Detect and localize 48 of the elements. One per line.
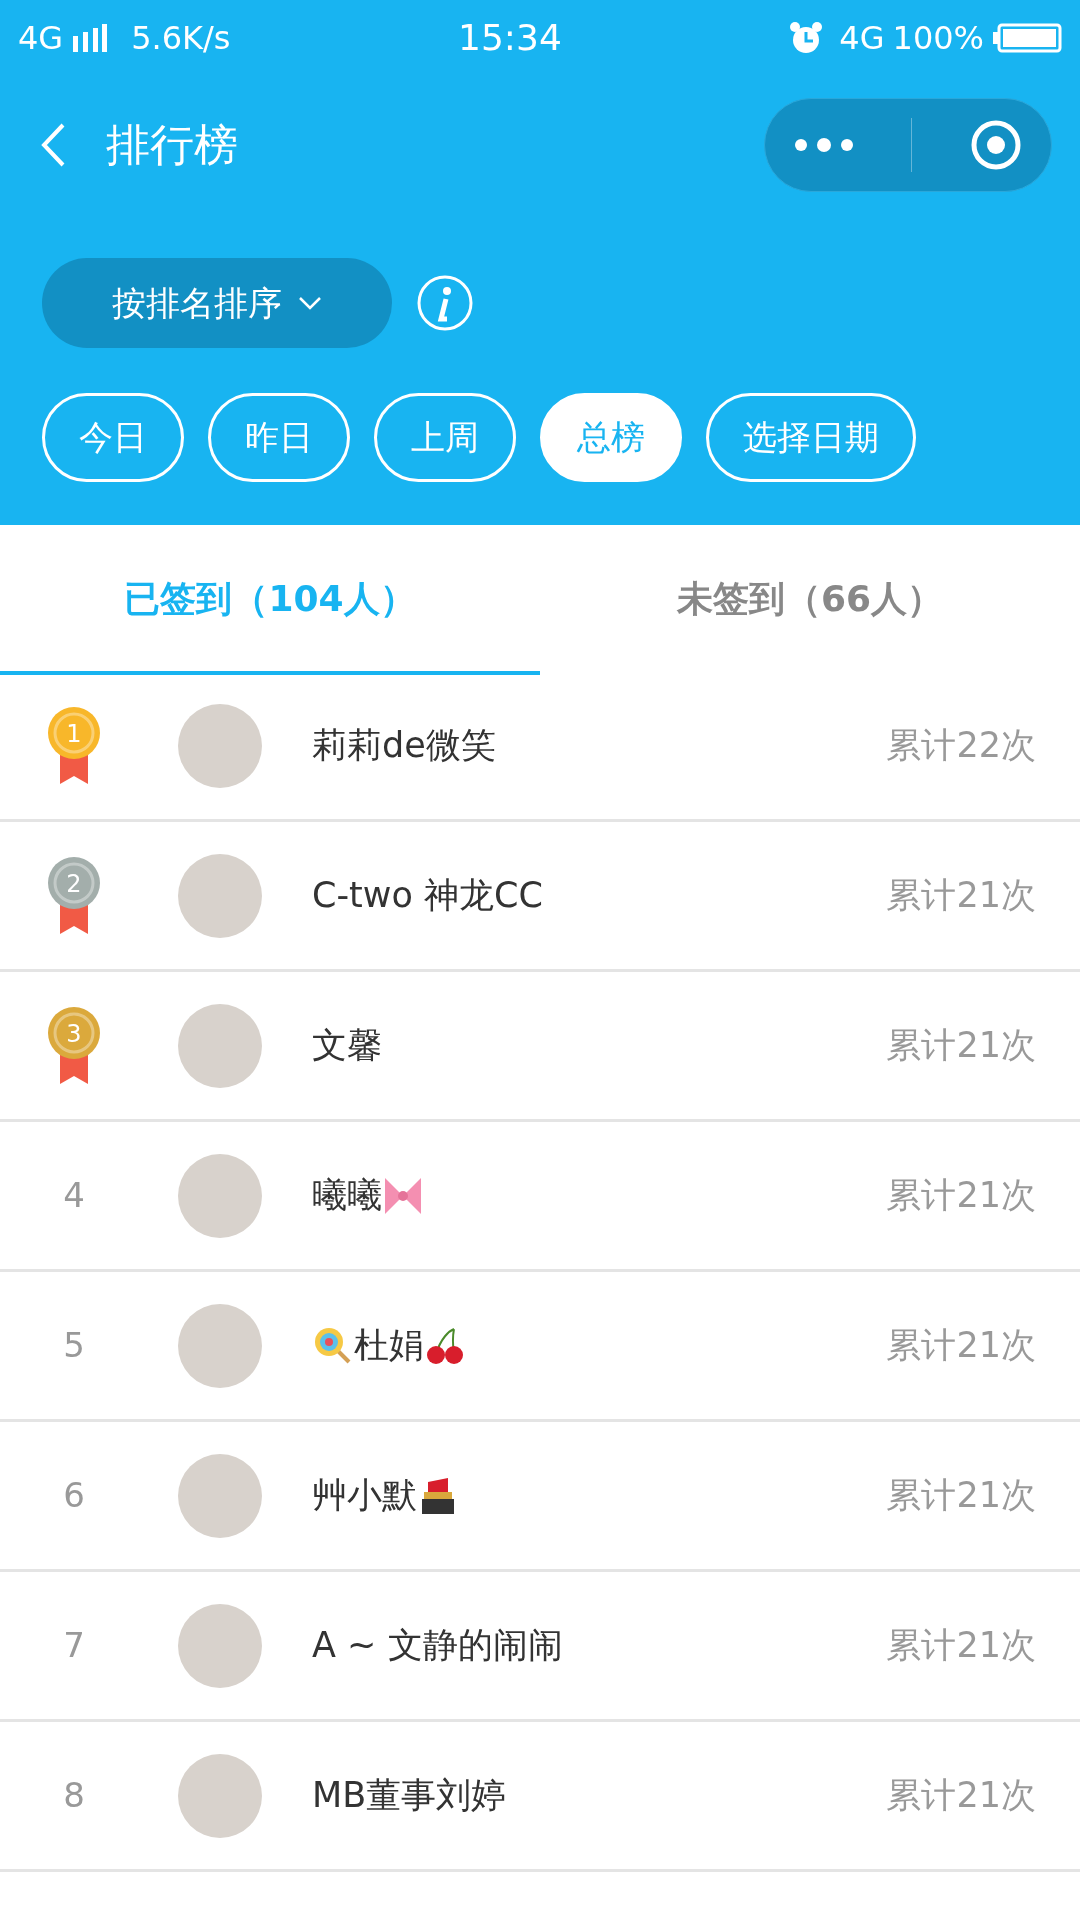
lipstick-icon bbox=[420, 1477, 456, 1514]
network-label: 4G bbox=[839, 17, 885, 59]
clock-time: 15:34 bbox=[458, 15, 562, 60]
checkin-count: 累计21次 bbox=[886, 1774, 1036, 1818]
battery-percent: 100% bbox=[892, 17, 984, 59]
user-name: 艸小默 bbox=[312, 1474, 417, 1518]
rank-number: 4 bbox=[63, 1174, 85, 1217]
checkin-count: 累计22次 bbox=[886, 724, 1036, 768]
ranking-row[interactable]: 2 C-two 神龙CC 累计21次 bbox=[0, 822, 1080, 972]
ranking-row[interactable]: 1 莉莉de微笑 累计22次 bbox=[0, 672, 1080, 822]
caret-icon bbox=[298, 296, 322, 310]
checkin-count: 累计21次 bbox=[886, 1624, 1036, 1668]
signal-icon bbox=[71, 23, 108, 52]
user-name: 杜娟 bbox=[354, 1324, 424, 1368]
ranking-row[interactable]: 5 杜娟 累计21次 bbox=[0, 1272, 1080, 1422]
rank-number: 8 bbox=[63, 1774, 85, 1817]
user-name: 文馨 bbox=[312, 1024, 382, 1068]
rank-number: 5 bbox=[63, 1324, 85, 1367]
info-icon[interactable] bbox=[416, 274, 474, 332]
user-name: MB董事刘婷 bbox=[312, 1774, 507, 1818]
network-label: 4G bbox=[18, 17, 64, 59]
lollipop-icon bbox=[315, 1327, 351, 1364]
checkin-count: 累计21次 bbox=[886, 1474, 1036, 1518]
checkin-count: 累计21次 bbox=[886, 1324, 1036, 1368]
ranking-row[interactable]: 4 曦曦 累计21次 bbox=[0, 1122, 1080, 1272]
sort-dropdown[interactable]: 按排名排序 bbox=[42, 258, 392, 348]
checkin-count: 累计21次 bbox=[886, 1024, 1036, 1068]
rank-number: 7 bbox=[63, 1624, 85, 1667]
close-icon[interactable] bbox=[970, 119, 1023, 171]
ranking-row[interactable]: 7 A ~ 文静的闹闹 累计21次 bbox=[0, 1572, 1080, 1722]
ranking-row[interactable]: 3 文馨 累计21次 bbox=[0, 972, 1080, 1122]
bow-icon bbox=[385, 1177, 421, 1214]
page-title: 排行榜 bbox=[106, 118, 238, 172]
battery-icon bbox=[992, 22, 1062, 53]
ranking-row[interactable]: 6 艸小默 累计21次 bbox=[0, 1422, 1080, 1572]
user-name: C-two 神龙CC bbox=[312, 874, 543, 918]
checkin-count: 累计21次 bbox=[886, 1174, 1036, 1218]
user-name: A ~ 文静的闹闹 bbox=[312, 1624, 563, 1668]
network-speed: 5.6K/s bbox=[131, 17, 231, 59]
checkin-count: 累计21次 bbox=[886, 874, 1036, 918]
alarm-icon bbox=[789, 20, 824, 55]
user-name: 莉莉de微笑 bbox=[312, 724, 496, 768]
ranking-row[interactable]: 8 MB董事刘婷 累计21次 bbox=[0, 1722, 1080, 1872]
back-icon[interactable] bbox=[40, 122, 66, 168]
more-icon[interactable] bbox=[793, 138, 854, 152]
cherry-icon bbox=[427, 1327, 463, 1364]
user-name: 曦曦 bbox=[312, 1174, 382, 1218]
rank-number: 6 bbox=[63, 1474, 85, 1517]
